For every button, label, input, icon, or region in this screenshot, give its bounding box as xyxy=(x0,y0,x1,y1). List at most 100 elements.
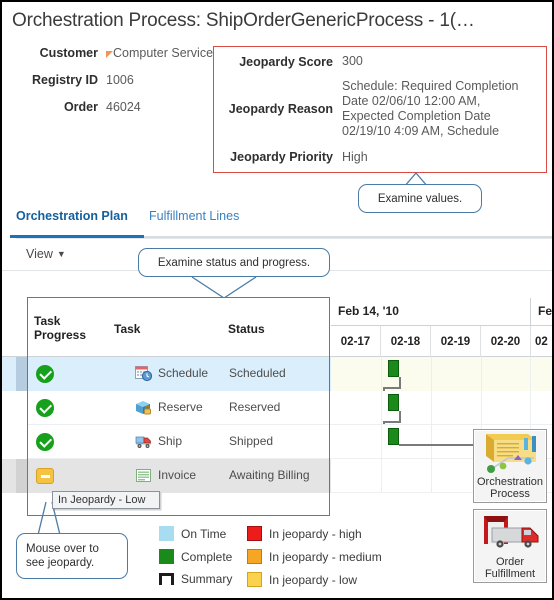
calendar-clock-icon xyxy=(135,366,152,382)
summary-label-registry-id: Registry ID xyxy=(32,73,98,87)
callout-status-tail xyxy=(191,276,257,299)
legend-swatch-complete xyxy=(159,549,174,564)
box-lock-icon xyxy=(136,401,151,415)
gantt-month-header: Feb 14, '10 Fe xyxy=(331,298,553,326)
table-row[interactable]: Reserve Reserved xyxy=(2,391,331,425)
summary-value-order: 46024 xyxy=(106,100,141,114)
jeopardy-value-priority: High xyxy=(342,149,368,164)
legend-label-complete: Complete xyxy=(181,549,233,564)
legend-item-on-time: On Time xyxy=(159,526,226,541)
gantt-day-cell: 02-17 xyxy=(331,326,381,357)
orchestration-process-icon[interactable]: Orchestration Process xyxy=(473,429,547,503)
view-menu-label: View xyxy=(26,247,53,261)
jeopardy-row-reason: Jeopardy Reason Schedule: Required Compl… xyxy=(214,74,546,144)
summary-value-registry-id: 1006 xyxy=(106,73,134,87)
summary-row-registry-id: Registry ID 1006 xyxy=(2,73,214,87)
tab-bar: Orchestration Plan Fulfillment Lines xyxy=(2,207,552,238)
legend-swatch-summary xyxy=(159,573,174,585)
task-name: Invoice xyxy=(158,468,197,482)
gantt-bar-complete[interactable] xyxy=(388,428,399,445)
legend-item-in-jeopardy-high: In jeopardy - high xyxy=(247,526,362,541)
legend-label-summary: Summary xyxy=(181,572,233,586)
jeopardy-tooltip: In Jeopardy - Low xyxy=(52,491,160,509)
task-name: Reserve xyxy=(158,400,203,414)
column-header-task[interactable]: Task xyxy=(114,322,140,336)
row-selection-strip xyxy=(16,459,27,493)
task-status: Awaiting Billing xyxy=(229,468,310,482)
view-menu-button[interactable]: View ▼ xyxy=(26,247,66,261)
legend-item-complete: Complete xyxy=(159,549,232,564)
customer-name: Computer Service xyxy=(113,46,214,60)
callout-mouse-over-text: Mouse over to see jeopardy. xyxy=(26,543,99,569)
invoice-grid-icon xyxy=(136,469,151,482)
task-status: Shipped xyxy=(229,434,274,448)
jeopardy-label-priority: Jeopardy Priority xyxy=(230,150,333,164)
task-name: Schedule xyxy=(158,366,209,380)
legend-label-on-time: On Time xyxy=(181,526,227,541)
orchestration-process-label: Orchestration Process xyxy=(476,476,544,500)
gantt-day-cell: 02-20 xyxy=(481,326,531,357)
table-row[interactable]: Schedule Scheduled xyxy=(2,357,331,391)
orange-flag-icon xyxy=(106,51,113,58)
gantt-day-cell: 02-19 xyxy=(431,326,481,357)
summary-value-customer: Computer Service xyxy=(106,46,213,60)
legend-swatch-on-time xyxy=(159,526,174,541)
gantt-legend: On Time Complete Summary In jeopardy - h… xyxy=(159,524,489,594)
jeopardy-value-reason: Schedule: Required Completion Date 02/06… xyxy=(342,79,519,138)
legend-swatch-in-jeopardy-low xyxy=(247,572,262,587)
legend-swatch-in-jeopardy-high xyxy=(247,526,262,541)
legend-item-summary: Summary xyxy=(159,572,232,586)
legend-label-in-jeopardy-high: In jeopardy - high xyxy=(269,526,362,541)
jeopardy-value-score: 300 xyxy=(342,54,363,68)
legend-swatch-in-jeopardy-medium xyxy=(247,549,262,564)
page-title: Orchestration Process: ShipOrderGenericP… xyxy=(12,10,475,31)
chevron-down-icon: ▼ xyxy=(56,249,66,259)
app-frame: Orchestration Process: ShipOrderGenericP… xyxy=(0,0,554,600)
gantt-day-header: 02-17 02-18 02-19 02-20 02 xyxy=(331,326,552,357)
legend-label-in-jeopardy-low: In jeopardy - low xyxy=(269,572,358,587)
orchestration-process-glyph xyxy=(486,434,536,473)
jeopardy-panel: Jeopardy Score 300 Jeopardy Reason Sched… xyxy=(213,46,547,173)
gantt-bar-complete[interactable] xyxy=(388,360,399,377)
legend-item-in-jeopardy-medium: In jeopardy - medium xyxy=(247,549,382,564)
toolbar-divider xyxy=(16,238,552,239)
callout-examine-status-text: Examine status and progress. xyxy=(157,256,311,269)
gantt-row xyxy=(331,391,552,426)
column-header-task-progress[interactable]: Task Progress xyxy=(34,314,98,342)
order-summary-panel: Customer Computer Service Registry ID 10… xyxy=(2,46,214,127)
gantt-bar-complete[interactable] xyxy=(388,394,399,411)
gantt-day-cell: 02 xyxy=(535,335,548,348)
tab-fulfillment-lines[interactable]: Fulfillment Lines xyxy=(145,207,243,225)
green-check-icon xyxy=(36,399,54,417)
jeopardy-tooltip-text: In Jeopardy - Low xyxy=(58,494,146,506)
jeopardy-label-reason: Jeopardy Reason xyxy=(228,102,333,116)
task-name: Ship xyxy=(158,434,183,448)
grid-column-headers: Task Progress Task Status xyxy=(2,298,331,357)
callout-examine-status: Examine status and progress. xyxy=(138,248,330,277)
green-check-icon xyxy=(36,365,54,383)
summary-row-customer: Customer Computer Service xyxy=(2,46,214,60)
gantt-row xyxy=(331,357,552,392)
table-row[interactable]: Ship Shipped xyxy=(2,425,331,459)
table-row[interactable]: Invoice Awaiting Billing xyxy=(2,459,331,493)
row-selection-strip xyxy=(16,357,27,391)
column-header-status[interactable]: Status xyxy=(228,322,265,336)
callout-mouse-over: Mouse over to see jeopardy. xyxy=(16,533,128,579)
jeopardy-row-score: Jeopardy Score 300 xyxy=(214,49,546,74)
gantt-month-label: Feb 14, '10 xyxy=(338,304,399,318)
gantt-day-cell: 02-18 xyxy=(381,326,431,357)
order-fulfillment-label: Order Fulfillment xyxy=(484,556,536,580)
summary-label-order: Order xyxy=(63,100,98,114)
green-check-icon xyxy=(36,433,54,451)
gantt-month-label: Fe xyxy=(538,304,553,318)
task-status: Reserved xyxy=(229,400,281,414)
jeopardy-row-priority: Jeopardy Priority High xyxy=(214,144,546,170)
tab-orchestration-plan[interactable]: Orchestration Plan xyxy=(12,207,132,225)
summary-label-customer: Customer xyxy=(39,46,98,60)
truck-icon xyxy=(135,436,151,448)
yellow-minus-icon[interactable] xyxy=(36,467,54,485)
summary-row-order: Order 46024 xyxy=(2,100,214,114)
legend-item-in-jeopardy-low: In jeopardy - low xyxy=(247,572,357,587)
task-status: Scheduled xyxy=(229,366,286,380)
legend-label-in-jeopardy-medium: In jeopardy - medium xyxy=(269,549,382,564)
